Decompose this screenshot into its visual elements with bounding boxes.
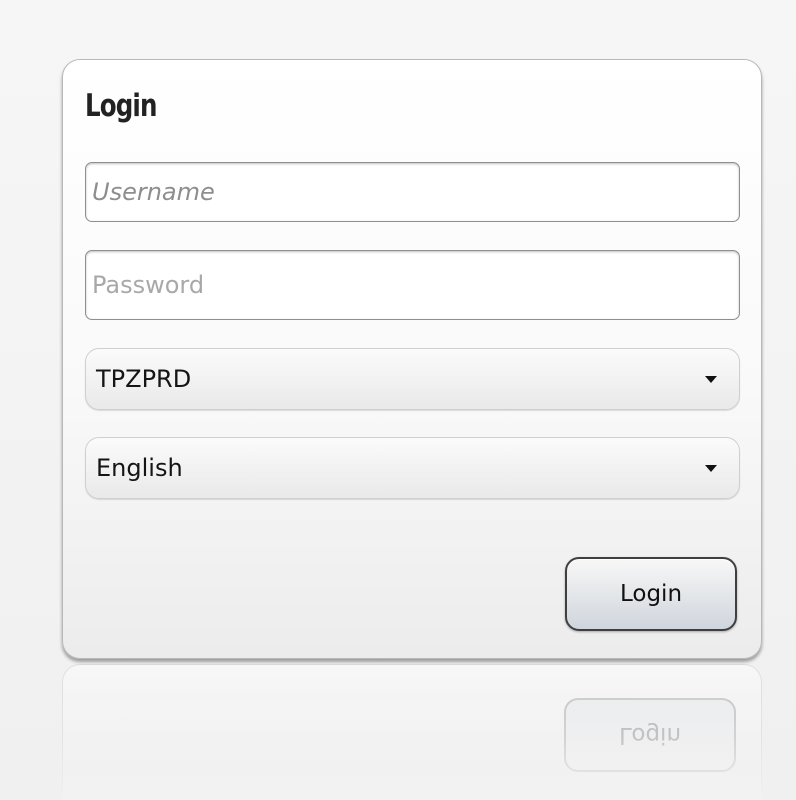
language-select-value: English — [96, 454, 183, 482]
login-panel: Login TPZPRD English Login — [62, 59, 762, 659]
language-select[interactable]: English — [85, 437, 740, 499]
password-field[interactable] — [85, 250, 740, 320]
login-button[interactable]: Login — [565, 557, 737, 631]
username-field[interactable] — [85, 162, 740, 222]
login-title: Login — [85, 88, 157, 124]
login-button-reflection-label: Login — [618, 722, 682, 748]
login-button-reflection: Login — [564, 698, 736, 772]
chevron-down-icon — [705, 465, 717, 472]
panel-reflection: Login — [62, 664, 762, 800]
database-select-value: TPZPRD — [96, 365, 192, 393]
login-page: Login TPZPRD English Login Login — [0, 0, 796, 800]
database-select[interactable]: TPZPRD — [85, 348, 740, 410]
panel-reflection-shape — [62, 664, 762, 800]
reflection-fade — [62, 664, 762, 800]
username-input[interactable] — [86, 163, 739, 221]
password-input[interactable] — [86, 251, 739, 319]
chevron-down-icon — [705, 376, 717, 383]
